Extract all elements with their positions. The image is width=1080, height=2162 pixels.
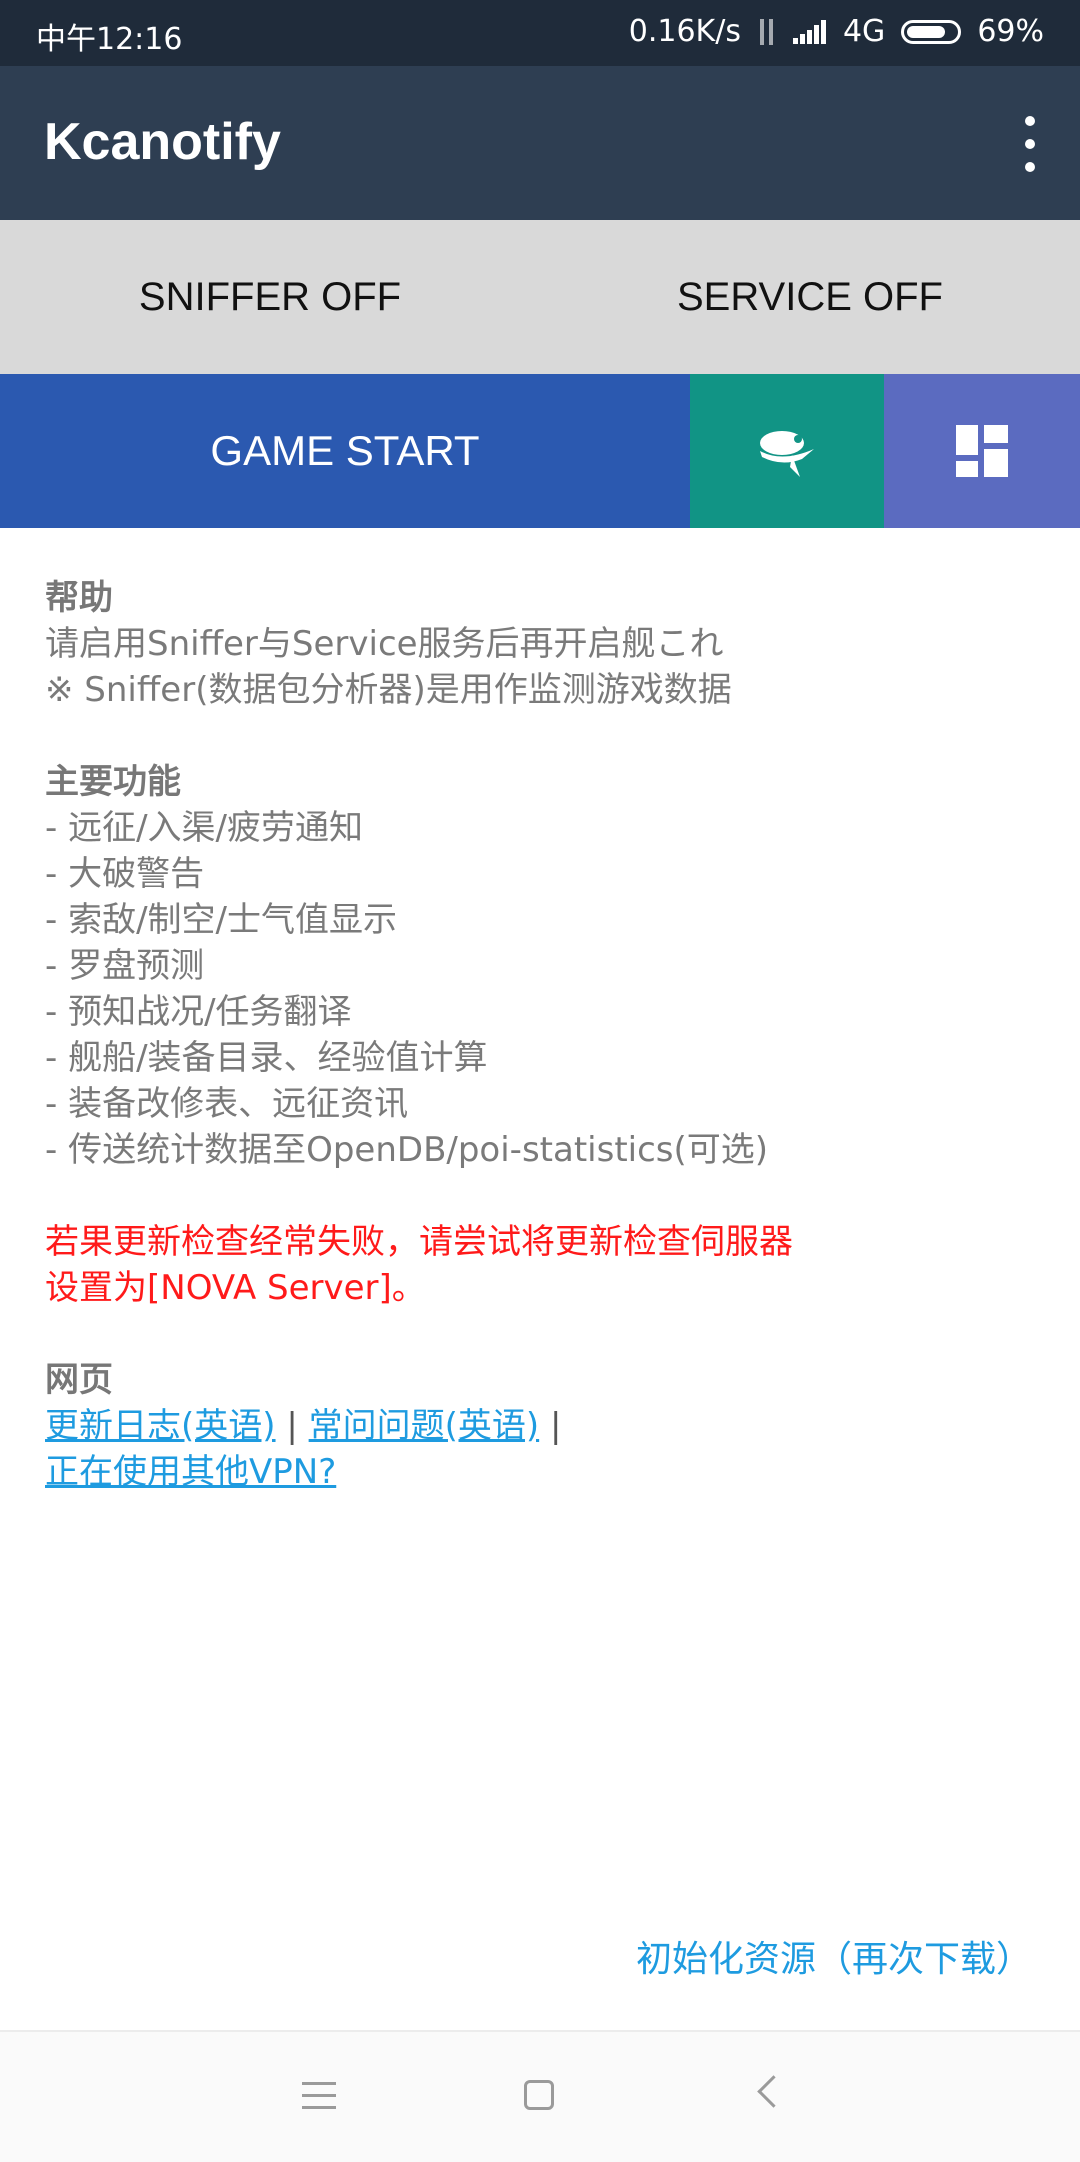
web-heading: 网页 <box>45 1360 113 1400</box>
dashboard-icon <box>956 425 1008 477</box>
action-row: GAME START <box>0 374 1080 528</box>
changelog-link[interactable]: 更新日志(英语) <box>45 1406 276 1446</box>
update-warning-line-2: 设置为[NOVA Server]。 <box>45 1268 426 1308</box>
recent-apps-icon[interactable] <box>302 2082 336 2110</box>
back-icon[interactable] <box>757 2075 790 2108</box>
home-icon[interactable] <box>524 2080 554 2110</box>
battery-icon <box>901 19 962 44</box>
feature-item: - 索敌/制空/士气值显示 <box>45 900 397 940</box>
ship-girl-icon <box>760 431 814 477</box>
feature-item: - 预知战况/任务翻译 <box>45 992 352 1032</box>
sniffer-toggle-button[interactable]: SNIFFER OFF <box>0 220 540 374</box>
game-start-button[interactable]: GAME START <box>0 374 690 528</box>
help-line-2: ※ Sniffer(数据包分析器)是用作监测游戏数据 <box>45 670 732 710</box>
data-transfer-icon <box>757 18 777 45</box>
web-links-row: 更新日志(英语) | 常问问题(英语) | <box>45 1403 1035 1449</box>
kancolle-button[interactable] <box>690 374 884 528</box>
status-time: 中午12:16 <box>36 22 183 57</box>
vpn-link[interactable]: 正在使用其他VPN? <box>45 1452 336 1492</box>
signal-icon <box>792 19 827 44</box>
feature-item: - 远征/入渠/疲劳通知 <box>45 808 363 848</box>
faq-link[interactable]: 常问问题(英语) <box>309 1406 540 1446</box>
feature-item: - 罗盘预测 <box>45 946 205 986</box>
link-separator: | <box>549 1406 562 1446</box>
feature-item: - 装备改修表、远征资讯 <box>45 1084 409 1124</box>
reinit-resources-link[interactable]: 初始化资源（再次下载） <box>636 1930 1032 1982</box>
network-type: 4G <box>842 14 886 49</box>
feature-item: - 大破警告 <box>45 854 205 894</box>
app-bar: Kcanotify <box>0 66 1080 220</box>
update-warning-line-1: 若果更新检查经常失败，请尝试将更新检查伺服器 <box>45 1222 793 1262</box>
status-bar: 中午12:16 0.16K/s 4G 69% <box>0 0 1080 66</box>
help-heading: 帮助 <box>45 578 113 618</box>
toggle-row: SNIFFER OFF SERVICE OFF <box>0 220 1080 374</box>
link-separator: | <box>286 1406 298 1446</box>
service-toggle-button[interactable]: SERVICE OFF <box>540 220 1080 374</box>
system-nav-bar <box>0 2030 1080 2162</box>
feature-item: - 舰船/装备目录、经验值计算 <box>45 1038 488 1078</box>
dashboard-button[interactable] <box>884 374 1080 528</box>
help-content: 帮助 请启用Sniffer与Service服务后再开启舰これ ※ Sniffer… <box>45 575 1035 1495</box>
features-heading: 主要功能 <box>45 762 181 802</box>
feature-item: - 传送统计数据至OpenDB/poi-statistics(可选) <box>45 1130 769 1170</box>
status-right: 0.16K/s 4G 69% <box>629 14 1044 49</box>
overflow-menu-icon[interactable] <box>1014 116 1044 172</box>
network-speed: 0.16K/s <box>628 14 741 49</box>
battery-level: 69% <box>977 14 1044 49</box>
help-line-1: 请启用Sniffer与Service服务后再开启舰これ <box>45 624 724 664</box>
app-title: Kcanotify <box>44 113 281 171</box>
